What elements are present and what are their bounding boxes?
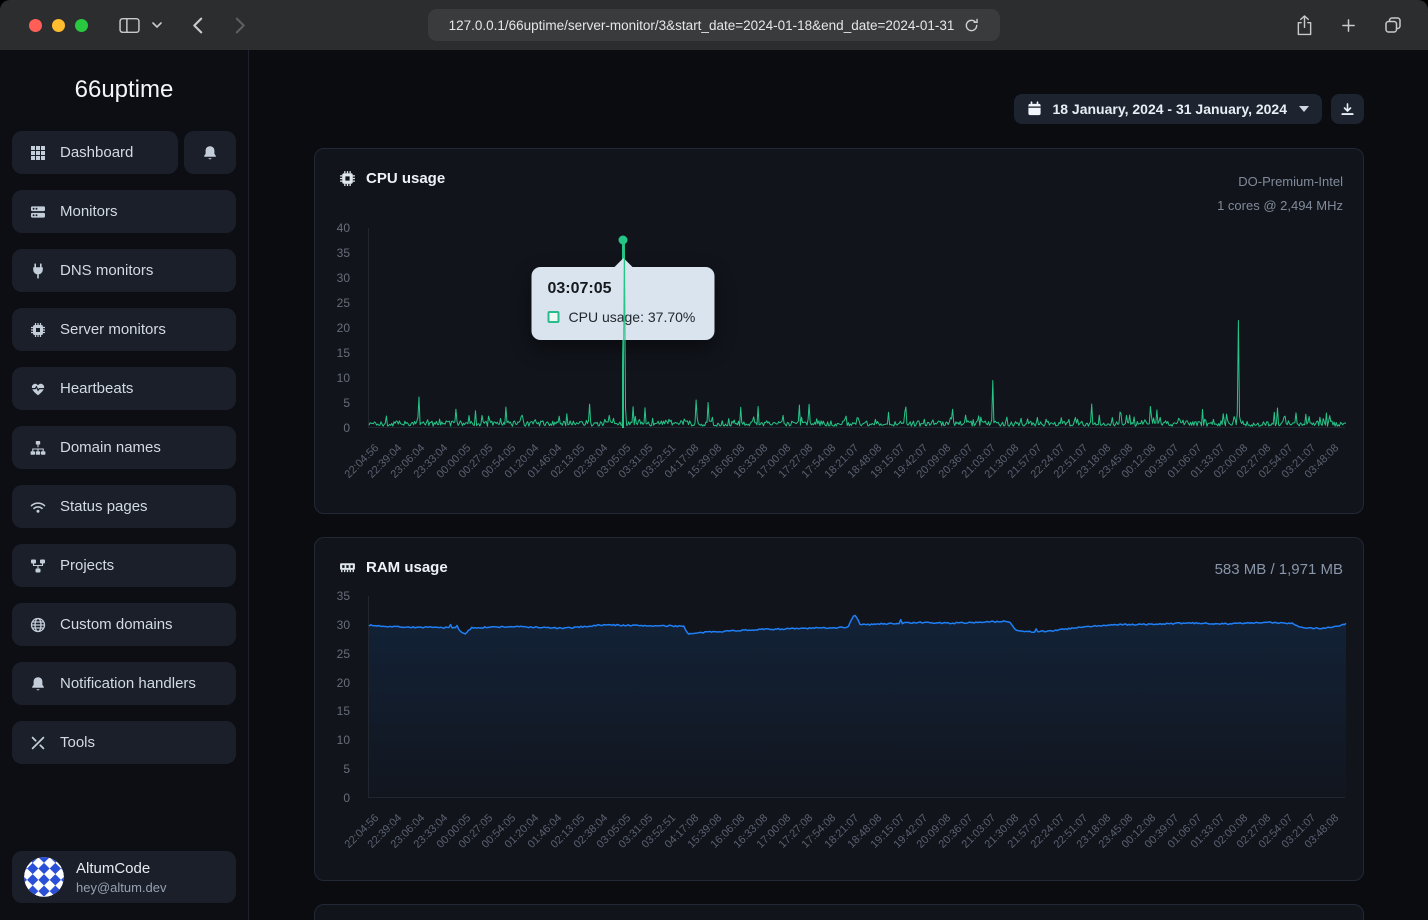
- memory-icon: [339, 559, 356, 576]
- sidebar-nav: Dashboard Monitors DNS monitors Server moni…: [0, 131, 248, 851]
- bell-icon: [201, 145, 219, 161]
- forward-icon[interactable]: [231, 13, 250, 38]
- server-plan: DO-Premium-Intel: [1217, 170, 1343, 194]
- sidebar-item-label: Notification handlers: [60, 675, 196, 692]
- globe-icon: [29, 617, 47, 633]
- caret-down-icon: [1299, 106, 1309, 112]
- share-icon[interactable]: [1292, 11, 1317, 40]
- sidebar-item-server-monitors[interactable]: Server monitors: [12, 308, 236, 351]
- cpu-x-axis: 22:04:5622:39:0423:06:0423:33:0400:00:05…: [368, 432, 1345, 504]
- sidebar-item-label: Tools: [60, 734, 95, 751]
- minimize-button[interactable]: [52, 19, 65, 32]
- tabs-icon[interactable]: [1380, 12, 1406, 38]
- sidebar-item-label: Dashboard: [60, 144, 133, 161]
- sidebar-item-heartbeats[interactable]: Heartbeats: [12, 367, 236, 410]
- back-icon[interactable]: [188, 13, 207, 38]
- sidebar-item-label: Server monitors: [60, 321, 166, 338]
- chevron-down-icon[interactable]: [148, 18, 166, 32]
- sidebar-item-domain-names[interactable]: Domain names: [12, 426, 236, 469]
- sidebar-item-status-pages[interactable]: Status pages: [12, 485, 236, 528]
- tools-icon: [29, 735, 47, 751]
- reload-icon[interactable]: [964, 18, 979, 33]
- bell-icon: [29, 676, 47, 692]
- sidebar-item-label: Monitors: [60, 203, 118, 220]
- microchip-icon: [339, 170, 356, 187]
- sidebar-item-label: Status pages: [60, 498, 148, 515]
- sidebar-item-projects[interactable]: Projects: [12, 544, 236, 587]
- card-title-text: RAM usage: [366, 559, 448, 576]
- browser-toolbar: 127.0.0.1/66uptime/server-monitor/3&star…: [0, 0, 1428, 50]
- browser-window: 127.0.0.1/66uptime/server-monitor/3&star…: [0, 0, 1428, 920]
- sidebar-toggle-icon[interactable]: [115, 13, 144, 38]
- avatar: [24, 857, 64, 897]
- address-bar[interactable]: 127.0.0.1/66uptime/server-monitor/3&star…: [428, 9, 1000, 41]
- ram-total: 583 MB / 1,971 MB: [1215, 559, 1343, 581]
- partial-card: [314, 904, 1364, 920]
- new-tab-icon[interactable]: [1337, 14, 1360, 37]
- sidebar-item-notification-handlers[interactable]: Notification handlers: [12, 662, 236, 705]
- download-icon: [1340, 102, 1355, 117]
- sidebar-item-label: Heartbeats: [60, 380, 133, 397]
- close-button[interactable]: [29, 19, 42, 32]
- ram-x-axis: 22:04:5622:39:0423:06:0423:33:0400:00:05…: [368, 802, 1345, 874]
- date-range-picker[interactable]: 18 January, 2024 - 31 January, 2024: [1014, 94, 1322, 124]
- sidebar-item-custom-domains[interactable]: Custom domains: [12, 603, 236, 646]
- ram-usage-card: RAM usage 583 MB / 1,971 MB 353025201510…: [314, 537, 1364, 881]
- download-button[interactable]: [1331, 94, 1364, 124]
- grid-icon: [29, 145, 47, 161]
- app-logo: 66uptime: [0, 76, 248, 104]
- cpu-y-axis: 4035302520151050: [315, 228, 360, 428]
- sitemap-icon: [29, 440, 47, 456]
- sidebar-item-dns-monitors[interactable]: DNS monitors: [12, 249, 236, 292]
- sidebar-item-tools[interactable]: Tools: [12, 721, 236, 764]
- sidebar-item-dashboard[interactable]: Dashboard: [12, 131, 178, 174]
- ram-y-axis: 35302520151050: [315, 596, 360, 798]
- server-info: DO-Premium-Intel 1 cores @ 2,494 MHz: [1217, 170, 1343, 218]
- zoom-button[interactable]: [75, 19, 88, 32]
- card-title-text: CPU usage: [366, 170, 445, 187]
- sidebar-item-label: Domain names: [60, 439, 161, 456]
- sidebar-item-label: Projects: [60, 557, 114, 574]
- microchip-icon: [29, 322, 47, 338]
- cpu-usage-card: CPU usage DO-Premium-Intel 1 cores @ 2,4…: [314, 148, 1364, 514]
- heart-pulse-icon: [29, 381, 47, 397]
- ram-chart[interactable]: [368, 596, 1345, 798]
- main-content: 18 January, 2024 - 31 January, 2024: [249, 50, 1428, 920]
- sidebar-item-label: DNS monitors: [60, 262, 153, 279]
- plug-icon: [29, 263, 47, 279]
- wifi-icon: [29, 499, 47, 515]
- server-cores: 1 cores @ 2,494 MHz: [1217, 194, 1343, 218]
- cpu-chart[interactable]: [368, 228, 1345, 428]
- account-card[interactable]: AltumCode hey@altum.dev: [12, 851, 236, 903]
- account-name: AltumCode: [76, 860, 167, 877]
- sidebar-item-monitors[interactable]: Monitors: [12, 190, 236, 233]
- calendar-icon: [1027, 101, 1042, 117]
- sidebar-item-label: Custom domains: [60, 616, 173, 633]
- sidebar: 66uptime Dashboard Monitors DNS monitors Se…: [0, 50, 249, 920]
- url-text: 127.0.0.1/66uptime/server-monitor/3&star…: [449, 18, 955, 33]
- project-diagram-icon: [29, 558, 47, 574]
- notifications-button[interactable]: [184, 131, 236, 174]
- window-controls: [29, 19, 88, 32]
- server-icon: [29, 204, 47, 220]
- account-email: hey@altum.dev: [76, 880, 167, 895]
- date-range-label: 18 January, 2024 - 31 January, 2024: [1052, 101, 1287, 117]
